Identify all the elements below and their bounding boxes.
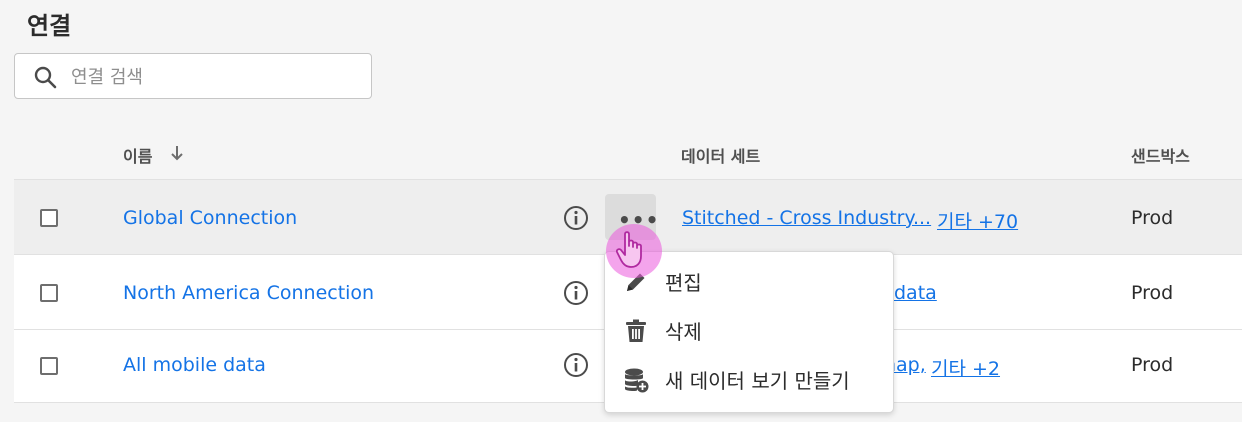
menu-item-label: 새 데이터 보기 만들기: [665, 369, 850, 393]
menu-item-create-data-view[interactable]: 새 데이터 보기 만들기: [623, 361, 883, 397]
row-checkbox[interactable]: [40, 284, 58, 302]
row-checkbox[interactable]: [40, 209, 58, 227]
sandbox-value: Prod: [1131, 207, 1174, 229]
search-input[interactable]: [69, 62, 363, 92]
trash-icon: [626, 319, 646, 342]
row-checkbox[interactable]: [40, 357, 58, 375]
context-menu: 편집 삭제 새 데이터 보기 만들기: [604, 251, 894, 413]
column-header-name[interactable]: 이름: [123, 143, 152, 167]
menu-item-edit[interactable]: 편집: [623, 263, 883, 299]
dataset-link[interactable]: Stitched - Cross Industry...: [682, 207, 931, 229]
database-add-icon: [625, 368, 649, 393]
column-header-datasets: 데이터 세트: [681, 147, 761, 166]
search-icon: [34, 66, 57, 89]
menu-item-delete[interactable]: 삭제: [623, 312, 883, 348]
hand-cursor-icon: [616, 231, 642, 268]
sort-descending-icon[interactable]: [170, 144, 184, 162]
menu-item-label: 편집: [665, 271, 702, 295]
connection-name-link[interactable]: All mobile data: [123, 354, 266, 376]
search-box[interactable]: [14, 53, 372, 99]
info-icon[interactable]: [563, 205, 589, 231]
page-title: 연결: [27, 12, 72, 40]
sandbox-value: Prod: [1131, 354, 1174, 376]
more-datasets-link[interactable]: 기타 +2: [931, 354, 1000, 381]
connection-name-link[interactable]: North America Connection: [123, 282, 374, 304]
info-icon[interactable]: [563, 280, 589, 306]
info-icon[interactable]: [563, 352, 589, 378]
connection-name-link[interactable]: Global Connection: [123, 207, 297, 229]
dataset-link[interactable]: data: [894, 282, 937, 304]
sandbox-value: Prod: [1131, 282, 1174, 304]
menu-item-label: 삭제: [665, 320, 702, 344]
column-header-sandbox: 샌드박스: [1131, 147, 1190, 166]
more-datasets-link[interactable]: 기타 +70: [937, 207, 1018, 234]
